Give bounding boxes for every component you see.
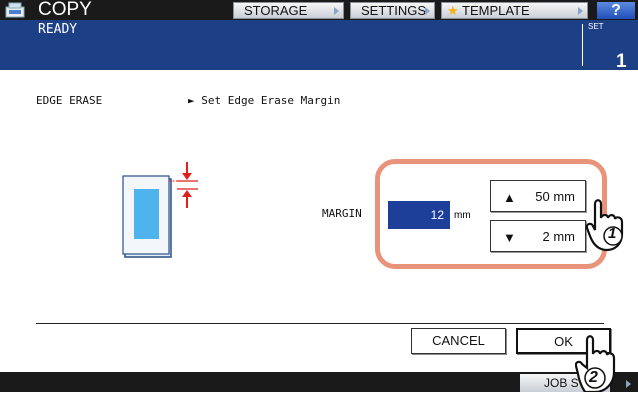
settings-button[interactable]: SETTINGS <box>350 2 435 19</box>
help-button[interactable]: ? <box>597 2 635 19</box>
edge-erase-illustration <box>122 160 202 260</box>
chevron-right-icon <box>626 380 631 388</box>
pointing-hand-icon: 2 <box>574 334 625 394</box>
chevron-right-icon <box>334 7 339 15</box>
status-bar <box>0 20 638 70</box>
margin-unit: mm <box>454 210 471 221</box>
callout-number-2: 2 <box>589 369 598 386</box>
copier-icon <box>5 2 27 18</box>
template-button[interactable]: ★ TEMPLATE <box>441 2 588 19</box>
set-label: SET <box>588 22 604 31</box>
storage-button[interactable]: STORAGE <box>233 2 344 19</box>
margin-label: MARGIN <box>322 207 362 220</box>
increase-50mm-button[interactable]: ▲ 50 mm <box>490 180 586 212</box>
cancel-button[interactable]: CANCEL <box>411 328 506 354</box>
settings-label: SETTINGS <box>361 3 427 18</box>
triangle-down-icon: ▼ <box>503 230 516 245</box>
template-label: TEMPLATE <box>462 3 530 18</box>
star-icon: ★ <box>447 3 459 18</box>
decrease-label: 2 mm <box>542 229 576 244</box>
pointing-hand-icon: 1 <box>585 196 629 254</box>
chevron-right-icon <box>578 7 583 15</box>
app-title: COPY <box>38 0 92 20</box>
status-message: READY <box>38 22 78 37</box>
increase-label: 50 mm <box>535 189 575 204</box>
function-name: EDGE ERASE <box>36 94 103 107</box>
callout-number-1: 1 <box>608 225 617 242</box>
chevron-right-icon <box>425 7 430 15</box>
set-divider <box>582 24 583 66</box>
decrease-2mm-button[interactable]: ▼ 2 mm <box>490 220 586 252</box>
function-description: ► Set Edge Erase Margin <box>188 94 341 107</box>
storage-label: STORAGE <box>244 3 308 18</box>
set-count: 1 <box>616 51 627 72</box>
divider <box>36 323 604 324</box>
triangle-up-icon: ▲ <box>503 190 516 205</box>
margin-value-field[interactable]: 12 <box>388 201 450 229</box>
